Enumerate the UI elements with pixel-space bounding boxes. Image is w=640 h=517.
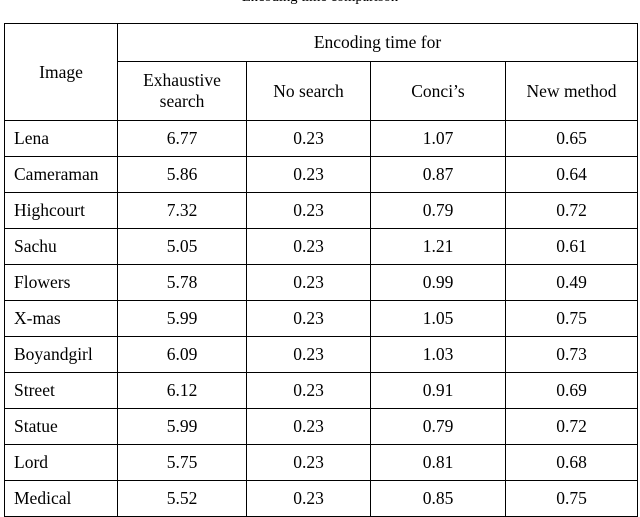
header-cell-image: Image	[4, 23, 118, 121]
cell-no-search: 0.23	[246, 408, 371, 445]
header-line-2: search	[159, 91, 205, 111]
cell-new-method: 0.61	[504, 228, 639, 265]
cell-exhaustive-search: 5.05	[117, 228, 247, 265]
cell-no-search: 0.23	[246, 156, 371, 193]
cell-exhaustive-search: 5.99	[117, 300, 247, 337]
cell-image-name: Flowers	[4, 264, 118, 301]
cell-image-name: Sachu	[4, 228, 118, 265]
cell-concis: 1.21	[370, 228, 506, 265]
cell-concis: 0.99	[370, 264, 506, 301]
cell-no-search: 0.23	[246, 192, 371, 229]
table-row: Cameraman 5.86 0.23 0.87 0.64	[4, 156, 639, 193]
cell-image-name: Boyandgirl	[4, 336, 118, 373]
cell-exhaustive-search: 7.32	[117, 192, 247, 229]
header-cell-group-encoding-time: Encoding time for	[116, 23, 639, 62]
cell-no-search: 0.23	[246, 300, 371, 337]
cell-exhaustive-search: 6.77	[117, 120, 247, 157]
cell-new-method: 0.75	[504, 480, 639, 517]
cell-concis: 1.05	[370, 300, 506, 337]
cell-concis: 0.79	[370, 192, 506, 229]
header-cell-exhaustive-search: Exhaustive search	[117, 61, 247, 121]
table-row: Lena 6.77 0.23 1.07 0.65	[4, 120, 639, 157]
cell-new-method: 0.75	[504, 300, 639, 337]
cell-image-name: Lena	[4, 120, 118, 157]
cell-concis: 1.07	[370, 120, 506, 157]
cell-concis: 1.03	[370, 336, 506, 373]
table-row: Medical 5.52 0.23 0.85 0.75	[4, 480, 639, 517]
cell-no-search: 0.23	[246, 336, 371, 373]
cell-exhaustive-search: 5.78	[117, 264, 247, 301]
header-line-1: Exhaustive	[143, 70, 221, 91]
cell-image-name: Cameraman	[4, 156, 118, 193]
header-cell-new-method: New method	[504, 61, 639, 121]
cell-exhaustive-search: 5.86	[117, 156, 247, 193]
cell-concis: 0.87	[370, 156, 506, 193]
cell-no-search: 0.23	[246, 372, 371, 409]
cell-image-name: X-mas	[4, 300, 118, 337]
table-container: Image Encoding time for Exhaustive searc…	[4, 23, 639, 517]
cell-image-name: Street	[4, 372, 118, 409]
header-cell-no-search: No search	[246, 61, 371, 121]
cell-no-search: 0.23	[246, 228, 371, 265]
table-caption-partial: Encoding time comparison	[0, 0, 640, 5]
cell-concis: 0.91	[370, 372, 506, 409]
cell-new-method: 0.69	[504, 372, 639, 409]
cell-exhaustive-search: 6.12	[117, 372, 247, 409]
cell-exhaustive-search: 5.75	[117, 444, 247, 481]
cell-exhaustive-search: 5.52	[117, 480, 247, 517]
cell-no-search: 0.23	[246, 264, 371, 301]
table-row: Street 6.12 0.23 0.91 0.69	[4, 372, 639, 409]
cell-concis: 0.85	[370, 480, 506, 517]
cell-new-method: 0.73	[504, 336, 639, 373]
cell-exhaustive-search: 5.99	[117, 408, 247, 445]
cell-no-search: 0.23	[246, 444, 371, 481]
table-row: Flowers 5.78 0.23 0.99 0.49	[4, 264, 639, 301]
cell-no-search: 0.23	[246, 120, 371, 157]
table-row: Highcourt 7.32 0.23 0.79 0.72	[4, 192, 639, 229]
cell-concis: 0.79	[370, 408, 506, 445]
cell-image-name: Highcourt	[4, 192, 118, 229]
table-header-row-group: Image Encoding time for	[4, 23, 639, 121]
table-row: Lord 5.75 0.23 0.81 0.68	[4, 444, 639, 481]
cell-new-method: 0.72	[504, 408, 639, 445]
table-row: X-mas 5.99 0.23 1.05 0.75	[4, 300, 639, 337]
cell-exhaustive-search: 6.09	[117, 336, 247, 373]
table-row: Sachu 5.05 0.23 1.21 0.61	[4, 228, 639, 265]
table-row: Boyandgirl 6.09 0.23 1.03 0.73	[4, 336, 639, 373]
cell-concis: 0.81	[370, 444, 506, 481]
table-row: Statue 5.99 0.23 0.79 0.72	[4, 408, 639, 445]
cell-new-method: 0.64	[504, 156, 639, 193]
cell-image-name: Lord	[4, 444, 118, 481]
cell-new-method: 0.49	[504, 264, 639, 301]
cell-new-method: 0.65	[504, 120, 639, 157]
encoding-time-table: Image Encoding time for Exhaustive searc…	[4, 23, 639, 517]
cell-image-name: Statue	[4, 408, 118, 445]
cell-image-name: Medical	[4, 480, 118, 517]
cell-new-method: 0.68	[504, 444, 639, 481]
header-cell-concis: Conci’s	[370, 61, 506, 121]
cell-no-search: 0.23	[246, 480, 371, 517]
cell-new-method: 0.72	[504, 192, 639, 229]
